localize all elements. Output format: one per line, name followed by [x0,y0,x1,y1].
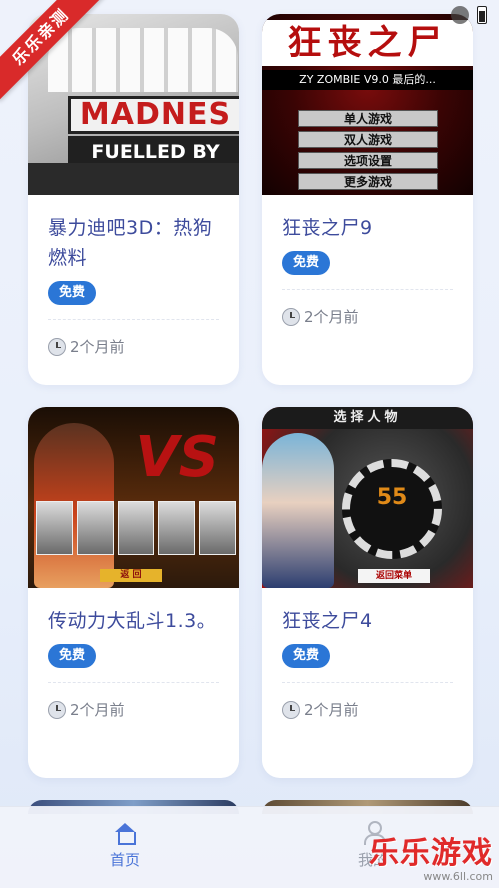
update-time: 2个月前 [282,306,453,327]
thumbnail-menu-item: 更多游戏 [298,173,438,190]
game-thumbnail[interactable]: 狂丧之尸 ZY ZOMBIE V9.0 最后的... 单人游戏 双人游戏 选项设… [262,14,473,195]
thumbnail-character [262,433,334,588]
thumbnail-menu-button: 返回菜单 [358,569,430,583]
brand-url: www.6ll.com [423,870,493,883]
update-time: 2个月前 [48,699,219,720]
thumbnail-subtitle: ZY ZOMBIE V9.0 最后的... [262,70,473,90]
thumbnail-back-button: 返 回 [100,569,162,582]
price-badge: 免费 [282,644,331,668]
game-title[interactable]: 传动力大乱斗1.3。 [48,606,219,636]
home-icon [114,823,136,845]
thumbnail-menu-item: 单人游戏 [298,110,438,127]
thumbnail-figures [48,28,238,92]
game-thumbnail[interactable]: 选择人物 55 返回菜单 [262,407,473,588]
brand-name: 乐乐游戏 [369,836,493,871]
price-badge: 免费 [48,644,97,668]
price-badge: 免费 [48,281,97,305]
thumbnail-floor [28,163,239,195]
thumbnail-logo: 狂丧之尸 [262,20,473,66]
character-slot [199,501,236,555]
update-time: 2个月前 [48,336,219,357]
clock-icon [282,700,300,719]
nav-home[interactable]: 首页 [75,819,175,870]
clock-icon [282,307,300,326]
price-badge: 免费 [282,251,331,275]
time-text: 2个月前 [70,338,125,356]
game-title[interactable]: 暴力迪吧3D：热狗燃料 [48,213,219,273]
game-title[interactable]: 狂丧之尸9 [282,213,453,243]
character-slot [36,501,73,555]
update-time: 2个月前 [282,699,453,720]
clock-icon [48,337,66,356]
divider [282,289,453,290]
game-thumbnail[interactable]: VS 返 回 [28,407,239,588]
character-slot [158,501,196,555]
thumbnail-banner: MADNES [68,96,239,134]
time-text: 2个月前 [304,308,359,326]
character-slot [76,501,114,555]
status-circle-icon [451,6,469,24]
clock-icon [48,700,66,719]
game-card[interactable]: VS 返 回 传动力大乱斗1.3。 免费 2个月前 [28,407,239,778]
time-text: 2个月前 [70,701,125,719]
thumbnail-header: 选择人物 [262,407,473,429]
divider [48,319,219,320]
thumbnail-menu-item: 选项设置 [298,152,438,169]
nav-home-label: 首页 [109,851,140,869]
thumbnail-vs: VS [135,425,219,490]
status-bar [451,6,487,24]
game-card[interactable]: 选择人物 55 返回菜单 狂丧之尸4 免费 2个月前 [262,407,473,778]
brand-watermark: 乐乐游戏 www.6ll.com [369,838,493,884]
game-card[interactable]: 狂丧之尸 ZY ZOMBIE V9.0 最后的... 单人游戏 双人游戏 选项设… [262,14,473,385]
game-grid: MADNES FUELLED BY HOTDO 暴力迪吧3D：热狗燃料 免费 2… [0,0,499,888]
game-title[interactable]: 狂丧之尸4 [282,606,453,636]
time-text: 2个月前 [304,701,359,719]
thumbnail-slots [36,501,236,555]
thumbnail-menu-item: 双人游戏 [298,131,438,148]
character-slot [117,501,155,555]
thumbnail-number: 55 [376,485,408,510]
divider [282,682,453,683]
game-thumbnail[interactable]: MADNES FUELLED BY HOTDO [28,14,239,195]
divider [48,682,219,683]
game-card[interactable]: MADNES FUELLED BY HOTDO 暴力迪吧3D：热狗燃料 免费 2… [28,14,239,385]
battery-icon [477,6,487,24]
